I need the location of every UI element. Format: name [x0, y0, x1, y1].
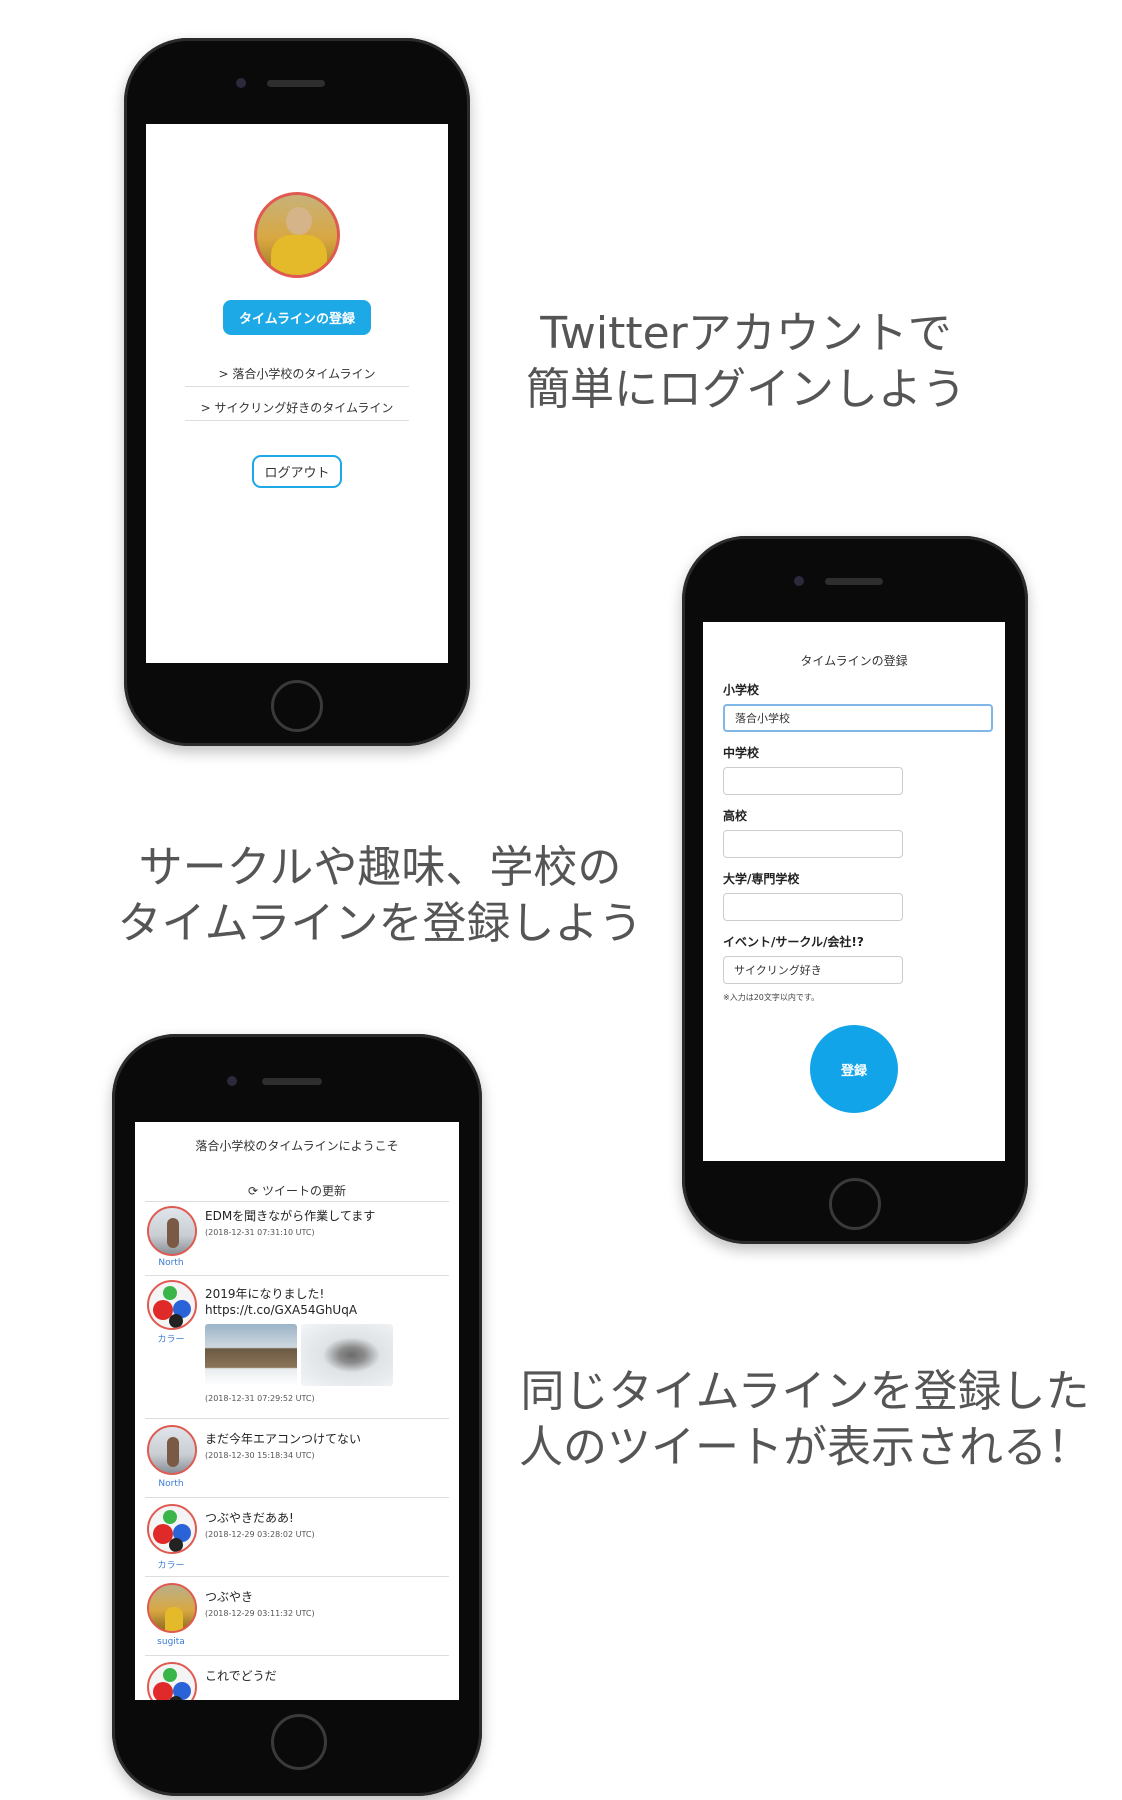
refresh-tweets-button[interactable]: ⟳ ツイートの更新 — [145, 1182, 449, 1202]
university-input[interactable] — [723, 893, 903, 921]
tweet-text: つぶやき — [205, 1590, 254, 1604]
logout-button[interactable]: ログアウト — [252, 455, 342, 488]
avatar[interactable] — [147, 1425, 197, 1475]
junior-high-label: 中学校 — [723, 746, 760, 760]
tweet-timestamp: (2018-12-30 15:18:34 UTC) — [205, 1451, 315, 1460]
speaker-grille — [262, 1078, 322, 1085]
front-camera-icon — [794, 576, 804, 586]
tweet-timestamp: (2018-12-31 07:29:52 UTC) — [205, 1394, 315, 1403]
caption-login-line2: 簡単にログインしよう — [526, 364, 966, 415]
speaker-grille — [825, 578, 883, 585]
high-school-input[interactable] — [723, 830, 903, 858]
high-school-label: 高校 — [723, 809, 748, 823]
tweet-item: これでどうだ — [145, 1656, 449, 1700]
caption-login: Twitterアカウントで 簡単にログインしよう — [516, 306, 976, 418]
tweet-item: North まだ今年エアコンつけてない (2018-12-30 15:18:34… — [145, 1419, 449, 1498]
tweet-text: これでどうだ — [205, 1669, 277, 1683]
avatar[interactable] — [147, 1206, 197, 1256]
avatar[interactable] — [147, 1583, 197, 1633]
tweet-item: North EDMを聞きながら作業してます (2018-12-31 07:31:… — [145, 1202, 449, 1276]
elementary-school-label: 小学校 — [723, 683, 760, 697]
university-label: 大学/専門学校 — [723, 872, 800, 886]
tweet-username[interactable]: カラー — [145, 1558, 197, 1571]
junior-high-input[interactable] — [723, 767, 903, 795]
speaker-grille — [267, 80, 325, 87]
tweet-photo-sign[interactable] — [205, 1324, 297, 1386]
event-circle-company-label: イベント/サークル/会社!? — [723, 935, 864, 949]
tweet-photo-bicycle[interactable] — [301, 1324, 393, 1386]
home-button[interactable] — [829, 1178, 881, 1230]
caption-timeline-line2: 人のツイートが表示される！ — [519, 1422, 1091, 1473]
register-title: タイムラインの登録 — [800, 654, 908, 668]
avatar[interactable] — [147, 1280, 197, 1330]
refresh-label: ツイートの更新 — [261, 1184, 346, 1198]
register-timeline-button[interactable]: タイムラインの登録 — [222, 300, 372, 335]
phone-login: タイムラインの登録 > 落合小学校のタイムライン > サイクリング好きのタイムラ… — [124, 38, 470, 746]
tweet-timestamp: (2018-12-29 03:28:02 UTC) — [205, 1530, 315, 1539]
input-limit-note: ※入力は20文字以内です。 — [723, 993, 820, 1002]
phone-timeline: 落合小学校のタイムラインにようこそ ⟳ ツイートの更新 North EDMを聞き… — [112, 1034, 482, 1796]
tweet-username[interactable]: North — [145, 1479, 197, 1489]
home-button[interactable] — [271, 1714, 327, 1770]
tweet-timestamp: (2018-12-29 03:11:32 UTC) — [205, 1609, 315, 1618]
tweet-item: sugita つぶやき (2018-12-29 03:11:32 UTC) — [145, 1577, 449, 1656]
tweet-username[interactable]: カラー — [145, 1332, 197, 1345]
avatar[interactable] — [147, 1662, 197, 1700]
phone-register: タイムラインの登録 小学校 中学校 高校 大学/専門学校 イベント/サークル/会… — [682, 536, 1028, 1244]
login-screen: タイムラインの登録 > 落合小学校のタイムライン > サイクリング好きのタイムラ… — [146, 124, 448, 663]
tweet-images — [205, 1324, 449, 1386]
tweet-username[interactable]: sugita — [145, 1637, 197, 1647]
tweet-link[interactable]: https://t.co/GXA54GhUqA — [205, 1302, 449, 1318]
caption-timeline-line1: 同じタイムラインを登録した — [520, 1366, 1090, 1417]
timeline-link-cycling[interactable]: > サイクリング好きのタイムライン — [185, 387, 409, 421]
event-circle-company-input[interactable] — [723, 956, 903, 984]
caption-register: サークルや趣味、学校の タイムラインを登録しよう — [106, 840, 654, 952]
tweet-username[interactable]: North — [145, 1258, 197, 1268]
front-camera-icon — [227, 1076, 237, 1086]
submit-register-button[interactable]: 登録 — [810, 1025, 898, 1113]
caption-login-line1: Twitterアカウントで — [540, 308, 952, 359]
home-button[interactable] — [271, 680, 323, 732]
caption-register-line1: サークルや趣味、学校の — [138, 842, 622, 893]
timeline-link-ochiai[interactable]: > 落合小学校のタイムライン — [185, 353, 409, 387]
caption-register-line2: タイムラインを登録しよう — [117, 898, 643, 949]
front-camera-icon — [236, 78, 246, 88]
tweet-text: 2019年になりました! — [205, 1287, 325, 1301]
caption-timeline: 同じタイムラインを登録した 人のツイートが表示される！ — [508, 1364, 1102, 1476]
refresh-icon: ⟳ — [248, 1184, 259, 1198]
tweet-item: カラー つぶやきだああ! (2018-12-29 03:28:02 UTC) — [145, 1498, 449, 1577]
timeline-screen: 落合小学校のタイムラインにようこそ ⟳ ツイートの更新 North EDMを聞き… — [135, 1122, 459, 1700]
tweet-text: EDMを聞きながら作業してます — [205, 1209, 376, 1223]
tweet-item: カラー 2019年になりました! https://t.co/GXA54GhUqA… — [145, 1276, 449, 1419]
tweet-timestamp: (2018-12-31 07:31:10 UTC) — [205, 1228, 315, 1237]
avatar[interactable] — [147, 1504, 197, 1554]
user-avatar — [254, 192, 340, 278]
timeline-welcome-title: 落合小学校のタイムラインにようこそ — [195, 1139, 399, 1153]
register-screen: タイムラインの登録 小学校 中学校 高校 大学/専門学校 イベント/サークル/会… — [703, 622, 1005, 1161]
elementary-school-input[interactable] — [723, 704, 993, 732]
tweet-text: つぶやきだああ! — [205, 1511, 294, 1525]
tweet-text: まだ今年エアコンつけてない — [205, 1432, 362, 1446]
